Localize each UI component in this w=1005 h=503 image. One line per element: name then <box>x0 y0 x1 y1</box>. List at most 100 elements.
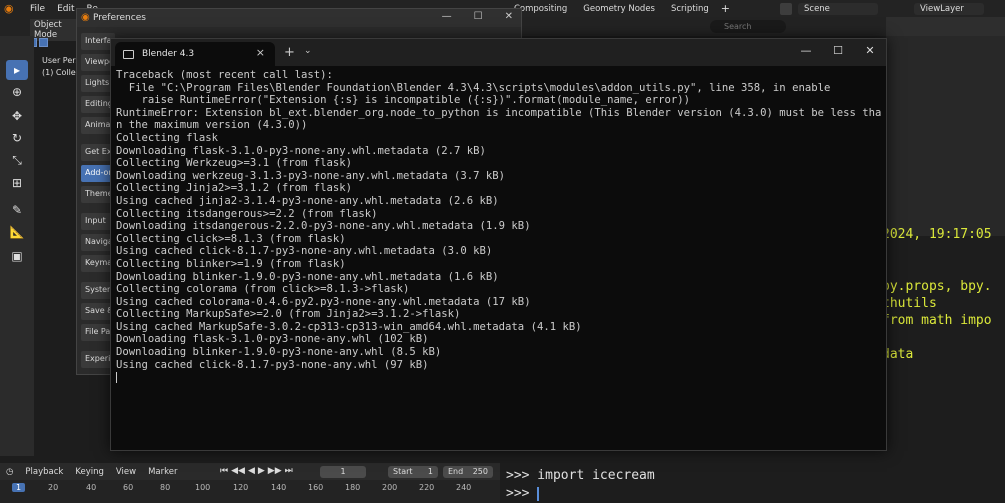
end-frame-field[interactable]: End 250 <box>443 466 493 478</box>
measure-tool-icon[interactable]: 📐 <box>6 222 28 242</box>
close-button[interactable]: ✕ <box>854 39 886 63</box>
end-label: End <box>448 467 464 476</box>
maximize-icon[interactable]: ☐ <box>474 11 483 22</box>
scene-icon[interactable] <box>780 2 792 15</box>
start-value: 1 <box>427 467 433 476</box>
current-frame-field[interactable]: 1 <box>320 466 366 478</box>
terminal-tab[interactable]: Blender 4.3 × <box>115 42 275 66</box>
start-frame-field[interactable]: Start 1 <box>388 466 438 478</box>
terminal-line: Downloading werkzeug-3.1.3-py3-none-any.… <box>116 169 506 182</box>
workspace-tabs: Compositing Geometry Nodes Scripting + <box>506 0 734 17</box>
tab-scripting[interactable]: Scripting <box>663 4 717 14</box>
select-mode-4-icon[interactable] <box>39 38 48 47</box>
timeline-tick: 100 <box>195 483 211 492</box>
transform-tool-icon[interactable]: ⊞ <box>6 173 28 193</box>
search-input[interactable]: Search <box>710 20 786 33</box>
preferences-window-controls: — ☐ ✕ <box>442 11 513 22</box>
end-value: 250 <box>472 467 488 476</box>
close-tab-icon[interactable]: × <box>256 46 265 59</box>
terminal-line: Collecting Jinja2>=3.1.2 (from flask) <box>116 182 352 195</box>
terminal-line: Downloading flask-3.1.0-py3-none-any.whl… <box>116 144 486 157</box>
timeline-tick-current[interactable]: 1 <box>12 483 26 492</box>
play-reverse-icon[interactable]: ◀ <box>248 466 255 476</box>
playback-controls: ⏮ ◀◀ ◀ ▶ ▶▶ ⏭ <box>220 466 293 476</box>
timeline-tick: 40 <box>86 483 97 492</box>
annotate-tool-icon[interactable]: ✎ <box>6 200 28 220</box>
terminal-line: Downloading blinker-1.9.0-py3-none-any.w… <box>116 346 442 359</box>
blender-logo-icon[interactable]: ◉ <box>4 2 18 15</box>
terminal-window-controls: — ☐ ✕ <box>790 39 886 63</box>
terminal-titlebar: Blender 4.3 × + ⌄ — ☐ ✕ <box>111 39 886 66</box>
console-prompt[interactable]: >>> <box>506 486 540 501</box>
scene-selector-row: Scene ViewLayer <box>780 0 984 17</box>
console-line-import: >>> import icecream <box>506 468 655 483</box>
select-tool-icon[interactable]: ▸ <box>6 60 28 80</box>
view-menu[interactable]: View <box>110 467 142 477</box>
console-bg-line-3: thutils <box>882 296 937 311</box>
preferences-titlebar: ◉ Preferences — ☐ ✕ <box>77 9 521 27</box>
scale-tool-icon[interactable]: ⤡ <box>6 150 28 170</box>
terminal-line: Collecting blinker>=1.9 (from flask) <box>116 257 346 270</box>
playback-menu[interactable]: Playback <box>19 467 69 477</box>
terminal-line: Downloading flask-3.1.0-py3-none-any.whl… <box>116 333 429 346</box>
console-prompt-text: >>> <box>506 486 538 501</box>
terminal-line: Collecting itsdangerous>=2.2 (from flask… <box>116 207 378 220</box>
console-bg-line-1: 2024, 19:17:05 <box>882 227 992 242</box>
timeline-tick: 240 <box>456 483 472 492</box>
console-bg-line-2: py.props, bpy. <box>882 279 992 294</box>
timeline-tick: 20 <box>48 483 59 492</box>
play-icon[interactable]: ▶ <box>258 466 265 476</box>
console-cursor <box>537 486 540 501</box>
tool-shelf: ▸ ⊕ ✥ ↻ ⤡ ⊞ ✎ 📐 ▣ <box>0 36 34 456</box>
tab-geometry-nodes[interactable]: Geometry Nodes <box>575 4 663 14</box>
timeline-tick: 60 <box>123 483 134 492</box>
minimize-button[interactable]: — <box>790 39 822 63</box>
keying-menu[interactable]: Keying <box>69 467 110 477</box>
timeline-editor-icon[interactable]: ◷ <box>0 467 19 477</box>
timeline-tick: 220 <box>419 483 435 492</box>
terminal-line: Using cached click-8.1.7-py3-none-any.wh… <box>116 245 493 258</box>
viewport-label-collection: (1) Colle <box>42 68 76 77</box>
viewlayer-field[interactable]: ViewLayer <box>914 2 984 15</box>
terminal-line: Downloading blinker-1.9.0-py3-none-any.w… <box>116 270 499 283</box>
terminal-line: Downloading itsdangerous-2.2.0-py3-none-… <box>116 220 531 233</box>
marker-menu[interactable]: Marker <box>142 467 183 477</box>
new-tab-button[interactable]: + <box>284 45 295 60</box>
menu-file[interactable]: File <box>24 4 51 14</box>
terminal-line: RuntimeError: Extension bl_ext.blender_o… <box>116 106 882 119</box>
outliner-header <box>886 17 1005 36</box>
cursor-tool-icon[interactable]: ⊕ <box>6 82 28 102</box>
timeline-tick: 160 <box>308 483 324 492</box>
add-workspace-button[interactable]: + <box>717 2 734 15</box>
terminal-line: Collecting click>=8.1.3 (from flask) <box>116 232 346 245</box>
terminal-line: Collecting flask <box>116 131 219 144</box>
move-tool-icon[interactable]: ✥ <box>6 106 28 126</box>
timeline-tick: 180 <box>345 483 361 492</box>
minimize-icon[interactable]: — <box>442 11 452 22</box>
tab-dropdown-icon[interactable]: ⌄ <box>304 46 312 56</box>
terminal-line: n the maximum version (4.3.0)) <box>116 119 308 132</box>
terminal-output[interactable]: Traceback (most recent call last): File … <box>116 69 882 384</box>
scene-field[interactable]: Scene <box>798 2 878 15</box>
start-label: Start <box>393 467 413 476</box>
blender-logo-icon: ◉ <box>81 12 90 23</box>
terminal-line: raise RuntimeError("Extension {:s} is in… <box>116 94 691 107</box>
terminal-line: Using cached MarkupSafe-3.0.2-cp313-cp31… <box>116 320 582 333</box>
jump-end-icon[interactable]: ⏭ <box>285 466 293 476</box>
terminal-line: Using cached click-8.1.7-py3-none-any.wh… <box>116 358 429 371</box>
viewport-label-perspective: User Pers <box>42 56 80 65</box>
add-cube-tool-icon[interactable]: ▣ <box>6 246 28 266</box>
prev-key-icon[interactable]: ◀◀ <box>231 466 245 476</box>
rotate-tool-icon[interactable]: ↻ <box>6 128 28 148</box>
console-bg-line-4: from math impo <box>882 313 992 328</box>
terminal-line: Traceback (most recent call last): <box>116 69 333 81</box>
terminal-window: Blender 4.3 × + ⌄ — ☐ ✕ Traceback (most … <box>110 38 887 451</box>
next-key-icon[interactable]: ▶▶ <box>268 466 282 476</box>
close-icon[interactable]: ✕ <box>505 11 513 22</box>
jump-start-icon[interactable]: ⏮ <box>220 466 228 476</box>
terminal-line: File "C:\Program Files\Blender Foundatio… <box>116 81 831 94</box>
timeline-tick: 200 <box>382 483 398 492</box>
maximize-button[interactable]: ☐ <box>822 39 854 63</box>
terminal-line: Using cached colorama-0.4.6-py2.py3-none… <box>116 295 531 308</box>
preferences-title: Preferences <box>93 13 146 23</box>
